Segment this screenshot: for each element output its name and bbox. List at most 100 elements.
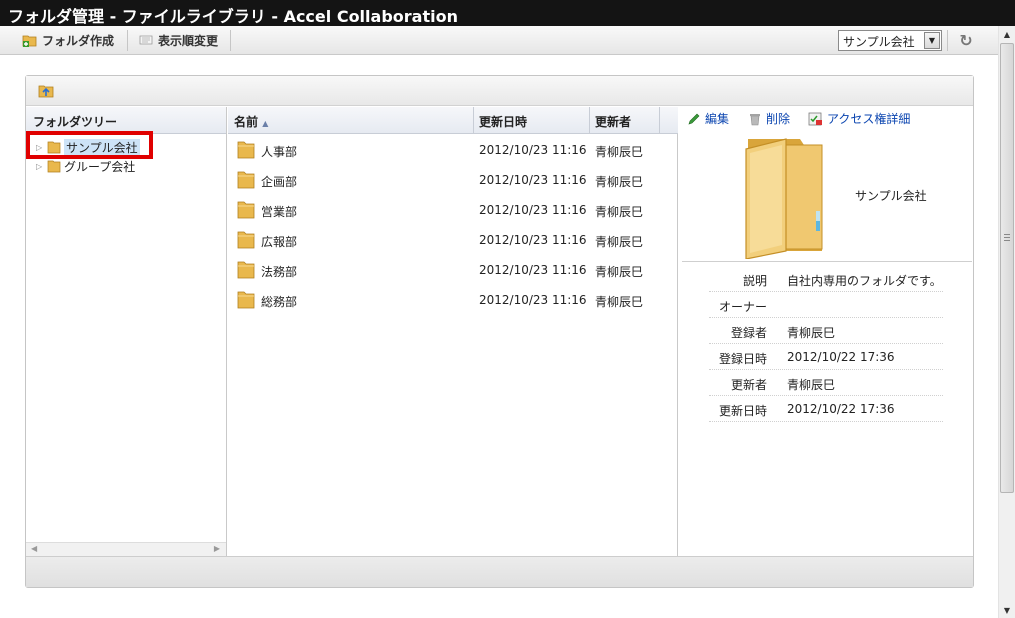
selection-highlight-box — [26, 131, 153, 159]
pencil-icon — [688, 113, 700, 124]
divider — [682, 261, 972, 262]
column-name[interactable]: 名前 ▲ — [234, 113, 268, 130]
window-title: フォルダ管理 - ファイルライブラリ - Accel Collaboration — [0, 0, 1015, 26]
delete-link[interactable]: 削除 — [748, 110, 790, 127]
scroll-down-icon[interactable]: ▼ — [999, 602, 1015, 618]
reorder-icon — [139, 35, 153, 45]
table-row[interactable]: 人事部 2012/10/23 11:16 青柳辰巳 — [228, 134, 660, 164]
detail-row: 更新日時 2012/10/22 17:36 — [709, 396, 943, 422]
detail-row: 説明 自社内専用のフォルダです。 — [709, 266, 943, 292]
row-updated-by: 青柳辰巳 — [595, 205, 644, 219]
refresh-button[interactable]: ↻ — [955, 29, 977, 51]
row-name: 総務部 — [261, 295, 298, 309]
delete-label: 削除 — [766, 112, 791, 126]
create-folder-button[interactable]: フォルダ作成 — [22, 30, 114, 50]
row-updated-by: 青柳辰巳 — [595, 235, 644, 249]
table-row[interactable]: 営業部 2012/10/23 11:16 青柳辰巳 — [228, 194, 660, 224]
row-name: 営業部 — [261, 205, 298, 219]
toolbar: フォルダ作成 表示順変更 サンプル会社 ▼ ↻ — [0, 26, 998, 55]
column-updated-by[interactable]: 更新者 — [595, 113, 631, 130]
reorder-label: 表示順変更 — [158, 33, 219, 48]
column-name-label: 名前 — [234, 115, 259, 129]
table-row[interactable]: 企画部 2012/10/23 11:16 青柳辰巳 — [228, 164, 660, 194]
folder-icon — [237, 141, 255, 159]
row-name: 人事部 — [261, 145, 298, 159]
access-rights-icon — [808, 112, 822, 125]
parent-folder-icon[interactable] — [38, 82, 54, 98]
toolbar-divider — [230, 30, 231, 51]
edit-link[interactable]: 編集 — [687, 110, 729, 127]
row-updated-at: 2012/10/23 11:16 — [479, 293, 587, 307]
field-label: 説明 — [742, 274, 767, 288]
field-value: 2012/10/22 17:36 — [787, 402, 895, 416]
toolbar-divider — [127, 30, 128, 51]
field-value: 青柳辰巳 — [787, 326, 836, 340]
scroll-thumb[interactable] — [1000, 43, 1014, 493]
row-name: 企画部 — [261, 175, 298, 189]
create-folder-label: フォルダ作成 — [42, 33, 115, 48]
expand-icon[interactable]: ▷ — [36, 162, 44, 171]
large-folder-icon — [745, 138, 823, 259]
folder-tree-header: フォルダツリー — [26, 107, 226, 134]
field-label: 更新日時 — [718, 404, 767, 418]
row-updated-by: 青柳辰巳 — [595, 175, 644, 189]
detail-row: オーナー — [709, 292, 943, 318]
folder-icon — [237, 291, 255, 309]
table-row[interactable]: 法務部 2012/10/23 11:16 青柳辰巳 — [228, 254, 660, 284]
row-updated-at: 2012/10/23 11:16 — [479, 233, 587, 247]
org-select-value: サンプル会社 — [843, 35, 915, 49]
page-scrollbar[interactable]: ▲ ▼ — [998, 26, 1015, 618]
refresh-icon: ↻ — [959, 30, 973, 50]
folder-tree: フォルダツリー ▷ サンプル会社 ▷ グループ会社 ◀ ▶ — [26, 107, 227, 557]
folder-detail: 編集 削除 アクセス権詳細 サンプル会社 説明 自社内専用のフォルダです。 オー… — [679, 107, 973, 557]
reorder-button[interactable]: 表示順変更 — [138, 30, 218, 50]
tree-horizontal-scrollbar[interactable]: ◀ ▶ — [26, 542, 226, 557]
panel-header — [26, 76, 973, 106]
row-updated-at: 2012/10/23 11:16 — [479, 143, 587, 157]
org-select[interactable]: サンプル会社 ▼ — [838, 30, 942, 51]
edit-label: 編集 — [705, 112, 730, 126]
row-updated-by: 青柳辰巳 — [595, 295, 644, 309]
row-updated-at: 2012/10/23 11:16 — [479, 203, 587, 217]
file-list: 名前 ▲ 更新日時 更新者 人事部 2012/10/23 11:16 青柳辰巳 … — [228, 107, 678, 557]
folder-name: サンプル会社 — [855, 189, 927, 203]
file-library-panel: フォルダツリー ▷ サンプル会社 ▷ グループ会社 ◀ ▶ 名前 ▲ 更新日時 … — [25, 75, 974, 588]
access-detail-link[interactable]: アクセス権詳細 — [808, 110, 910, 127]
row-updated-by: 青柳辰巳 — [595, 145, 644, 159]
field-label: 登録者 — [730, 326, 767, 340]
trash-icon — [750, 113, 760, 125]
row-name: 法務部 — [261, 265, 298, 279]
row-updated-by: 青柳辰巳 — [595, 265, 644, 279]
field-label: 更新者 — [730, 378, 767, 392]
scroll-left-icon[interactable]: ◀ — [31, 544, 37, 553]
table-row[interactable]: 広報部 2012/10/23 11:16 青柳辰巳 — [228, 224, 660, 254]
access-detail-label: アクセス権詳細 — [827, 112, 911, 126]
field-value: 自社内専用のフォルダです。 — [787, 274, 942, 288]
chevron-down-icon[interactable]: ▼ — [924, 32, 940, 49]
scroll-right-icon[interactable]: ▶ — [214, 544, 220, 553]
field-label: 登録日時 — [718, 352, 767, 366]
detail-row: 更新者 青柳辰巳 — [709, 370, 943, 396]
folder-add-icon — [22, 35, 37, 47]
folder-icon — [237, 231, 255, 249]
detail-row: 登録者 青柳辰巳 — [709, 318, 943, 344]
file-list-header: 名前 ▲ 更新日時 更新者 — [228, 107, 678, 134]
column-updated-at[interactable]: 更新日時 — [479, 113, 527, 130]
row-name: 広報部 — [261, 235, 298, 249]
tree-node-group-company[interactable]: ▷ グループ会社 — [36, 157, 135, 175]
scroll-up-icon[interactable]: ▲ — [999, 26, 1015, 42]
tree-node-label: グループ会社 — [64, 159, 136, 174]
folder-icon — [237, 201, 255, 219]
folder-icon — [47, 160, 61, 173]
sort-asc-icon: ▲ — [262, 119, 269, 128]
field-value: 2012/10/22 17:36 — [787, 350, 895, 364]
folder-icon — [237, 171, 255, 189]
field-label: オーナー — [718, 300, 767, 314]
toolbar-divider — [947, 30, 948, 51]
row-updated-at: 2012/10/23 11:16 — [479, 173, 587, 187]
table-row[interactable]: 総務部 2012/10/23 11:16 青柳辰巳 — [228, 284, 660, 314]
panel-footer — [26, 556, 973, 587]
detail-row: 登録日時 2012/10/22 17:36 — [709, 344, 943, 370]
row-updated-at: 2012/10/23 11:16 — [479, 263, 587, 277]
field-value: 青柳辰巳 — [787, 378, 836, 392]
